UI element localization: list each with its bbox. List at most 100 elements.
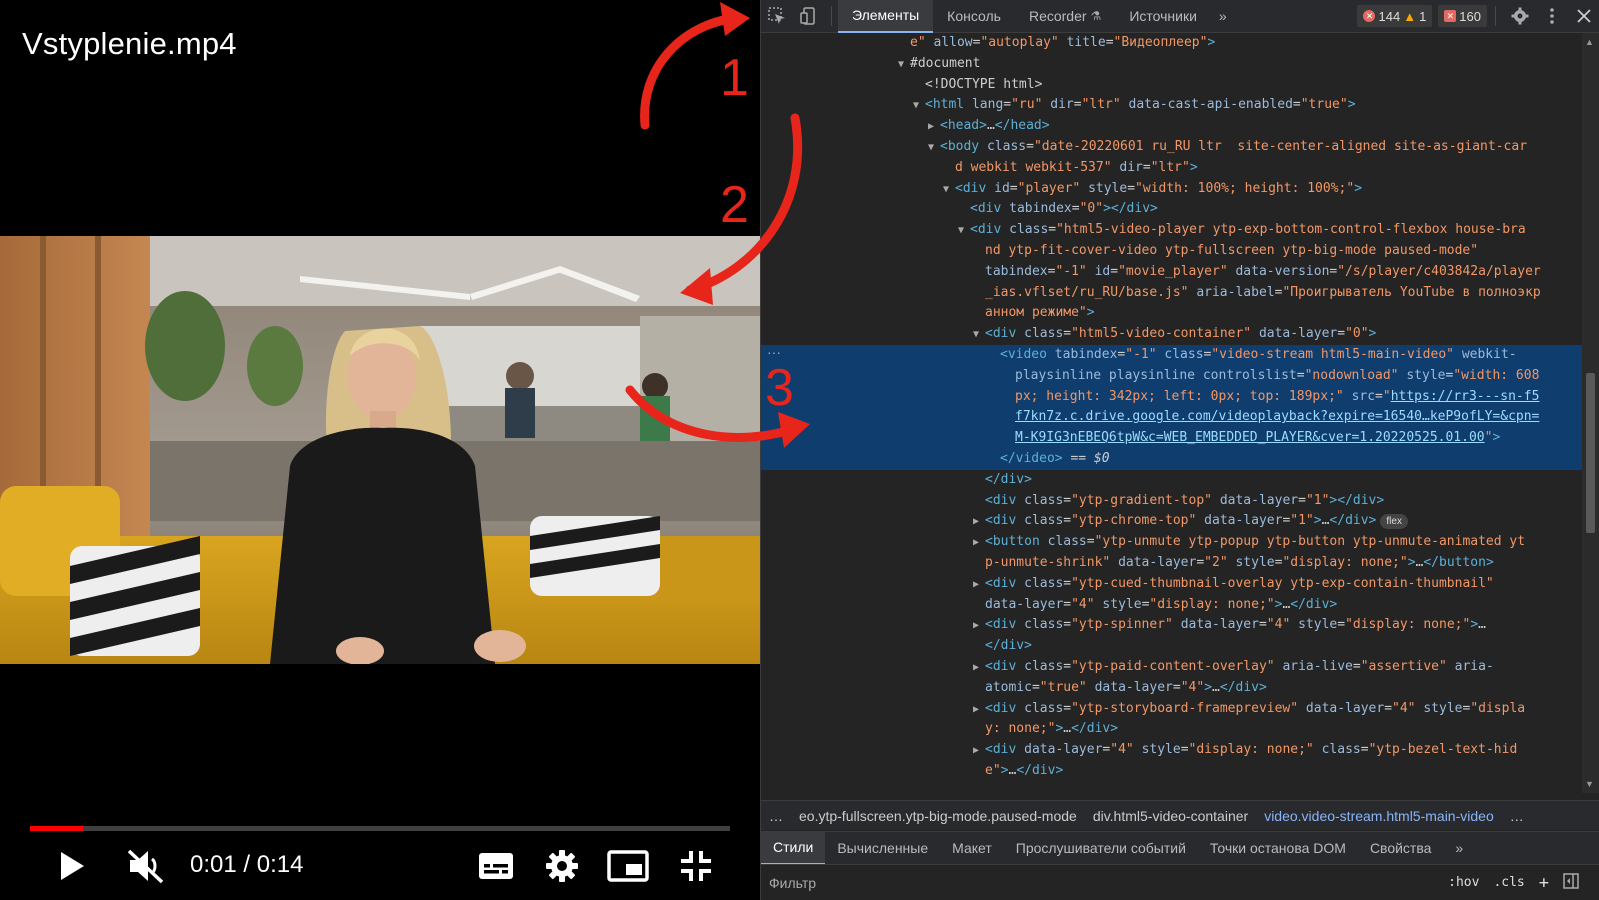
collapse-arrow-icon[interactable]: ▼: [958, 221, 970, 242]
tab-sources[interactable]: Источники: [1115, 0, 1211, 33]
collapse-arrow-icon[interactable]: ▼: [973, 325, 985, 346]
collapse-arrow-icon[interactable]: ▼: [898, 55, 910, 76]
expand-arrow-icon[interactable]: ▶: [973, 741, 985, 762]
exit-fullscreen-button[interactable]: [676, 846, 716, 886]
dom-node[interactable]: </div>: [761, 636, 1583, 657]
dom-node[interactable]: ▶ <div data-layer="4" style="display: non…: [761, 740, 1583, 761]
more-sidebar-tabs-button[interactable]: »: [1443, 832, 1475, 865]
video-frame[interactable]: [0, 236, 760, 664]
subtitles-button[interactable]: [476, 846, 516, 886]
sidebar-tab[interactable]: Стили: [761, 831, 826, 865]
collapse-arrow-icon[interactable]: ▼: [928, 138, 940, 159]
settings-button[interactable]: [542, 846, 582, 886]
scroll-up-arrow-icon[interactable]: ▲: [1585, 37, 1594, 47]
inspect-element-button[interactable]: [761, 0, 793, 33]
dom-node[interactable]: ▶ <div class="ytp-cued-thumbnail-overlay …: [761, 574, 1583, 595]
dom-node[interactable]: nd ytp-fit-cover-video ytp-fullscreen yt…: [761, 241, 1583, 262]
dom-node[interactable]: d webkit webkit-537" dir="ltr">: [761, 158, 1583, 179]
sidebar-tab[interactable]: Прослушиватели событий: [1004, 832, 1198, 865]
dom-node[interactable]: _ias.vflset/ru_RU/base.js" aria-label="П…: [761, 283, 1583, 304]
settings-button[interactable]: [1504, 0, 1536, 33]
expand-arrow-icon[interactable]: ▶: [973, 575, 985, 596]
dom-node-selected[interactable]: px; height: 342px; left: 0px; top: 189px…: [761, 386, 1583, 408]
filter-input[interactable]: [769, 874, 1369, 891]
dom-node[interactable]: e">…</div>: [761, 761, 1583, 782]
breadcrumb-item[interactable]: video.video-stream.html5-main-video: [1256, 808, 1502, 824]
close-devtools-button[interactable]: [1568, 0, 1599, 33]
row-options-ellipsis[interactable]: ···: [767, 344, 781, 360]
mute-button[interactable]: [124, 846, 168, 886]
more-options-button[interactable]: [1536, 0, 1568, 33]
sidebar-tab[interactable]: Вычисленные: [825, 832, 940, 865]
volume-muted-icon: [127, 849, 164, 884]
dom-tree[interactable]: e" allow="autoplay" title="Видеоплеер"> ▼…: [761, 33, 1583, 793]
miniplayer-button[interactable]: [606, 846, 650, 886]
dom-node[interactable]: <!DOCTYPE html>: [761, 75, 1583, 96]
expand-arrow-icon[interactable]: ▶: [973, 700, 985, 721]
dom-node-selected[interactable]: f7kn7z.c.drive.google.com/videoplayback?…: [761, 407, 1583, 429]
dom-tree-scrollbar[interactable]: ▲ ▼: [1582, 33, 1599, 793]
dom-node-markup: <video tabindex="-1" class="video-stream…: [1000, 346, 1517, 362]
more-tabs-button[interactable]: »: [1211, 0, 1235, 33]
dom-node[interactable]: ▼ <html lang="ru" dir="ltr" data-cast-api…: [761, 95, 1583, 116]
dom-node[interactable]: ▼ <div id="player" style="width: 100%; he…: [761, 179, 1583, 200]
breadcrumb-item[interactable]: …: [761, 808, 791, 824]
dom-node-markup: <div id="player" style="width: 100%; hei…: [955, 180, 1363, 196]
tab-recorder[interactable]: Recorder ⚗: [1015, 0, 1115, 33]
dom-node[interactable]: ▼ <div class="html5-video-player ytp-exp-…: [761, 220, 1583, 241]
class-toggle-button[interactable]: .cls: [1486, 875, 1531, 890]
dom-node-selected[interactable]: </video> == $0: [761, 448, 1583, 470]
dom-node[interactable]: data-layer="4" style="display: none;">…<…: [761, 595, 1583, 616]
dom-node[interactable]: ▶ <div class="ytp-storyboard-framepreview…: [761, 699, 1583, 720]
expand-arrow-icon[interactable]: ▶: [973, 533, 985, 554]
dom-node[interactable]: atomic="true" data-layer="4">…</div>: [761, 678, 1583, 699]
device-toolbar-button[interactable]: [793, 0, 825, 33]
hover-state-button[interactable]: :hov: [1441, 875, 1486, 890]
dom-node[interactable]: ▶ <div class="ytp-chrome-top" data-layer=…: [761, 511, 1583, 532]
dom-node[interactable]: ▼ <div class="html5-video-container" data…: [761, 324, 1583, 345]
issues-count-button[interactable]: ✕ 160: [1438, 5, 1487, 27]
dom-node[interactable]: e" allow="autoplay" title="Видеоплеер">: [761, 33, 1583, 54]
scroll-down-arrow-icon[interactable]: ▼: [1585, 779, 1594, 789]
sidebar-tab[interactable]: Макет: [940, 832, 1004, 865]
console-counts[interactable]: ✕ 144 ▲ 1: [1357, 5, 1433, 27]
dom-node[interactable]: ▼ #document: [761, 54, 1583, 75]
toolbar-divider: [1495, 6, 1496, 26]
dom-node[interactable]: <div tabindex="0"></div>: [761, 199, 1583, 220]
dom-node[interactable]: ▶ <button class="ytp-unmute ytp-popup ytp…: [761, 532, 1583, 553]
breadcrumb-item[interactable]: div.html5-video-container: [1085, 808, 1256, 824]
dom-node[interactable]: ▶ <head>…</head>: [761, 116, 1583, 137]
sidebar-tab[interactable]: Точки останова DOM: [1198, 832, 1358, 865]
tab-elements[interactable]: Элементы: [838, 0, 934, 33]
expand-arrow-icon[interactable]: ▶: [928, 117, 940, 138]
dom-node[interactable]: tabindex="-1" id="movie_player" data-ver…: [761, 262, 1583, 283]
dom-node-markup: nd ytp-fit-cover-video ytp-fullscreen yt…: [985, 242, 1479, 258]
breadcrumb-item[interactable]: …: [1502, 808, 1532, 824]
dom-node[interactable]: y: none;">…</div>: [761, 719, 1583, 740]
expand-arrow-icon[interactable]: ▶: [973, 616, 985, 637]
toggle-sidebar-button[interactable]: [1556, 872, 1586, 893]
dom-node-selected[interactable]: <video tabindex="-1" class="video-stream…: [761, 344, 1583, 366]
dom-node-selected[interactable]: playsinline playsinline controlslist="no…: [761, 365, 1583, 387]
breadcrumb-item[interactable]: eo.ytp-fullscreen.ytp-big-mode.paused-mo…: [791, 808, 1085, 824]
expand-arrow-icon[interactable]: ▶: [973, 512, 985, 533]
dom-node[interactable]: <div class="ytp-gradient-top" data-layer…: [761, 491, 1583, 512]
sidebar-tab[interactable]: Свойства: [1358, 832, 1443, 865]
expand-arrow-icon[interactable]: ▶: [973, 658, 985, 679]
progress-bar[interactable]: [30, 826, 730, 831]
play-button[interactable]: [52, 846, 92, 886]
collapse-arrow-icon[interactable]: ▼: [913, 96, 925, 117]
tab-console[interactable]: Консоль: [933, 0, 1015, 33]
dom-node[interactable]: p-unmute-shrink" data-layer="2" style="d…: [761, 553, 1583, 574]
collapse-arrow-icon[interactable]: ▼: [943, 180, 955, 201]
dom-node[interactable]: </div>: [761, 470, 1583, 491]
dom-node[interactable]: ▶ <div class="ytp-spinner" data-layer="4"…: [761, 615, 1583, 636]
video-player[interactable]: Vstyplenie.mp4 0:01 / 0:14: [0, 0, 760, 900]
dom-node[interactable]: ▶ <div class="ytp-paid-content-overlay" a…: [761, 657, 1583, 678]
exit-fullscreen-icon: [681, 851, 711, 881]
dom-node[interactable]: анном режиме">: [761, 303, 1583, 324]
dom-node-selected[interactable]: M-K9IG3nEBEQ6tpW&c=WEB_EMBEDDED_PLAYER&c…: [761, 428, 1583, 449]
scroll-thumb[interactable]: [1586, 373, 1595, 533]
dom-node[interactable]: ▼ <body class="date-20220601 ru_RU ltr si…: [761, 137, 1583, 158]
new-style-rule-button[interactable]: +: [1532, 873, 1556, 893]
